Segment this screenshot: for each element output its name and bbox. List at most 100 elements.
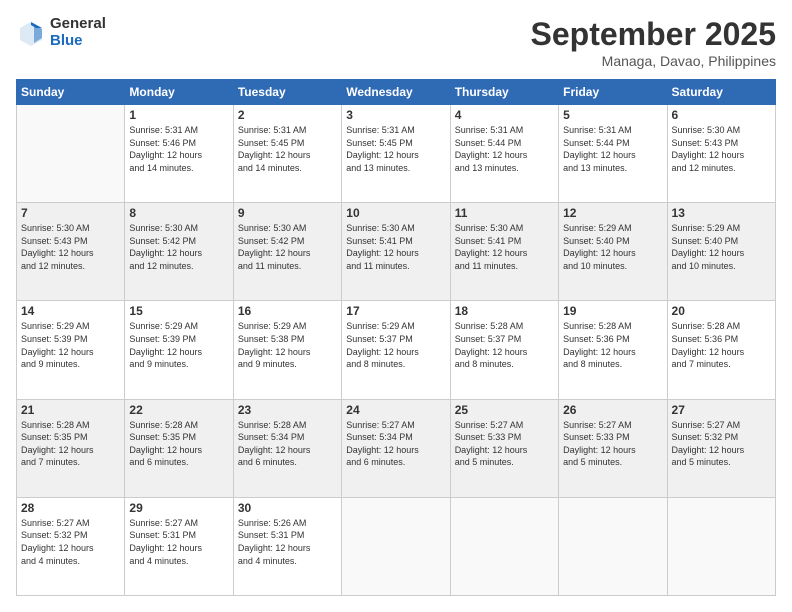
day-number: 14 <box>21 304 120 318</box>
table-row: 28 Sunrise: 5:27 AM Sunset: 5:32 PM Dayli… <box>17 497 125 595</box>
day-number: 11 <box>455 206 554 220</box>
day-number: 6 <box>672 108 771 122</box>
table-row: 20 Sunrise: 5:28 AM Sunset: 5:36 PM Dayli… <box>667 301 775 399</box>
day-info: Sunrise: 5:29 AM Sunset: 5:40 PM Dayligh… <box>672 222 771 272</box>
day-info: Sunrise: 5:30 AM Sunset: 5:43 PM Dayligh… <box>21 222 120 272</box>
day-info: Sunrise: 5:29 AM Sunset: 5:40 PM Dayligh… <box>563 222 662 272</box>
day-number: 20 <box>672 304 771 318</box>
col-sunday: Sunday <box>17 80 125 105</box>
day-number: 23 <box>238 403 337 417</box>
day-number: 1 <box>129 108 228 122</box>
table-row <box>450 497 558 595</box>
col-monday: Monday <box>125 80 233 105</box>
day-info: Sunrise: 5:27 AM Sunset: 5:33 PM Dayligh… <box>563 419 662 469</box>
day-number: 26 <box>563 403 662 417</box>
header: General Blue September 2025 Managa, Dava… <box>16 16 776 69</box>
day-info: Sunrise: 5:29 AM Sunset: 5:39 PM Dayligh… <box>129 320 228 370</box>
day-number: 12 <box>563 206 662 220</box>
month-title: September 2025 <box>531 16 776 53</box>
calendar-week-row: 28 Sunrise: 5:27 AM Sunset: 5:32 PM Dayli… <box>17 497 776 595</box>
day-info: Sunrise: 5:30 AM Sunset: 5:41 PM Dayligh… <box>346 222 445 272</box>
table-row: 8 Sunrise: 5:30 AM Sunset: 5:42 PM Daylig… <box>125 203 233 301</box>
logo-blue-text: Blue <box>50 33 106 50</box>
logo-text: General Blue <box>50 16 106 49</box>
calendar-table: Sunday Monday Tuesday Wednesday Thursday… <box>16 79 776 596</box>
table-row <box>17 105 125 203</box>
location-subtitle: Managa, Davao, Philippines <box>531 53 776 69</box>
logo: General Blue <box>16 16 106 49</box>
day-info: Sunrise: 5:27 AM Sunset: 5:34 PM Dayligh… <box>346 419 445 469</box>
day-info: Sunrise: 5:26 AM Sunset: 5:31 PM Dayligh… <box>238 517 337 567</box>
day-number: 21 <box>21 403 120 417</box>
table-row: 12 Sunrise: 5:29 AM Sunset: 5:40 PM Dayli… <box>559 203 667 301</box>
table-row: 10Sunrise: 5:30 AM Sunset: 5:41 PM Dayli… <box>342 203 450 301</box>
day-info: Sunrise: 5:31 AM Sunset: 5:46 PM Dayligh… <box>129 124 228 174</box>
table-row: 29Sunrise: 5:27 AM Sunset: 5:31 PM Dayli… <box>125 497 233 595</box>
col-friday: Friday <box>559 80 667 105</box>
day-number: 9 <box>238 206 337 220</box>
col-thursday: Thursday <box>450 80 558 105</box>
day-info: Sunrise: 5:28 AM Sunset: 5:37 PM Dayligh… <box>455 320 554 370</box>
day-number: 17 <box>346 304 445 318</box>
page: General Blue September 2025 Managa, Dava… <box>0 0 792 612</box>
table-row: 13 Sunrise: 5:29 AM Sunset: 5:40 PM Dayli… <box>667 203 775 301</box>
day-info: Sunrise: 5:31 AM Sunset: 5:44 PM Dayligh… <box>455 124 554 174</box>
col-tuesday: Tuesday <box>233 80 341 105</box>
day-number: 24 <box>346 403 445 417</box>
day-info: Sunrise: 5:30 AM Sunset: 5:42 PM Dayligh… <box>129 222 228 272</box>
table-row: 27 Sunrise: 5:27 AM Sunset: 5:32 PM Dayli… <box>667 399 775 497</box>
day-info: Sunrise: 5:30 AM Sunset: 5:42 PM Dayligh… <box>238 222 337 272</box>
table-row: 16 Sunrise: 5:29 AM Sunset: 5:38 PM Dayli… <box>233 301 341 399</box>
day-number: 22 <box>129 403 228 417</box>
day-info: Sunrise: 5:28 AM Sunset: 5:36 PM Dayligh… <box>672 320 771 370</box>
day-info: Sunrise: 5:28 AM Sunset: 5:36 PM Dayligh… <box>563 320 662 370</box>
day-number: 8 <box>129 206 228 220</box>
table-row: 7 Sunrise: 5:30 AM Sunset: 5:43 PM Daylig… <box>17 203 125 301</box>
calendar-week-row: 14 Sunrise: 5:29 AM Sunset: 5:39 PM Dayli… <box>17 301 776 399</box>
table-row: 26 Sunrise: 5:27 AM Sunset: 5:33 PM Dayli… <box>559 399 667 497</box>
day-info: Sunrise: 5:30 AM Sunset: 5:43 PM Dayligh… <box>672 124 771 174</box>
table-row: 11Sunrise: 5:30 AM Sunset: 5:41 PM Dayli… <box>450 203 558 301</box>
table-row: 24 Sunrise: 5:27 AM Sunset: 5:34 PM Dayli… <box>342 399 450 497</box>
day-info: Sunrise: 5:31 AM Sunset: 5:44 PM Dayligh… <box>563 124 662 174</box>
day-info: Sunrise: 5:29 AM Sunset: 5:39 PM Dayligh… <box>21 320 120 370</box>
table-row: 5 Sunrise: 5:31 AM Sunset: 5:44 PM Daylig… <box>559 105 667 203</box>
day-info: Sunrise: 5:28 AM Sunset: 5:35 PM Dayligh… <box>21 419 120 469</box>
day-number: 29 <box>129 501 228 515</box>
day-info: Sunrise: 5:27 AM Sunset: 5:32 PM Dayligh… <box>672 419 771 469</box>
table-row: 1 Sunrise: 5:31 AM Sunset: 5:46 PM Daylig… <box>125 105 233 203</box>
day-number: 18 <box>455 304 554 318</box>
day-number: 5 <box>563 108 662 122</box>
logo-icon <box>16 18 46 48</box>
day-info: Sunrise: 5:27 AM Sunset: 5:33 PM Dayligh… <box>455 419 554 469</box>
day-info: Sunrise: 5:31 AM Sunset: 5:45 PM Dayligh… <box>238 124 337 174</box>
day-info: Sunrise: 5:31 AM Sunset: 5:45 PM Dayligh… <box>346 124 445 174</box>
day-number: 28 <box>21 501 120 515</box>
day-number: 4 <box>455 108 554 122</box>
col-saturday: Saturday <box>667 80 775 105</box>
day-number: 19 <box>563 304 662 318</box>
col-wednesday: Wednesday <box>342 80 450 105</box>
table-row: 30Sunrise: 5:26 AM Sunset: 5:31 PM Dayli… <box>233 497 341 595</box>
day-info: Sunrise: 5:28 AM Sunset: 5:35 PM Dayligh… <box>129 419 228 469</box>
logo-general-text: General <box>50 16 106 33</box>
day-number: 13 <box>672 206 771 220</box>
table-row: 25Sunrise: 5:27 AM Sunset: 5:33 PM Dayli… <box>450 399 558 497</box>
table-row: 14 Sunrise: 5:29 AM Sunset: 5:39 PM Dayli… <box>17 301 125 399</box>
day-number: 16 <box>238 304 337 318</box>
table-row <box>559 497 667 595</box>
day-number: 2 <box>238 108 337 122</box>
calendar-week-row: 1 Sunrise: 5:31 AM Sunset: 5:46 PM Daylig… <box>17 105 776 203</box>
day-number: 15 <box>129 304 228 318</box>
calendar-week-row: 7 Sunrise: 5:30 AM Sunset: 5:43 PM Daylig… <box>17 203 776 301</box>
day-info: Sunrise: 5:28 AM Sunset: 5:34 PM Dayligh… <box>238 419 337 469</box>
calendar-week-row: 21 Sunrise: 5:28 AM Sunset: 5:35 PM Dayli… <box>17 399 776 497</box>
title-block: September 2025 Managa, Davao, Philippine… <box>531 16 776 69</box>
day-number: 27 <box>672 403 771 417</box>
calendar-header-row: Sunday Monday Tuesday Wednesday Thursday… <box>17 80 776 105</box>
table-row <box>342 497 450 595</box>
day-info: Sunrise: 5:29 AM Sunset: 5:38 PM Dayligh… <box>238 320 337 370</box>
day-number: 7 <box>21 206 120 220</box>
table-row: 3Sunrise: 5:31 AM Sunset: 5:45 PM Daylig… <box>342 105 450 203</box>
day-info: Sunrise: 5:27 AM Sunset: 5:32 PM Dayligh… <box>21 517 120 567</box>
